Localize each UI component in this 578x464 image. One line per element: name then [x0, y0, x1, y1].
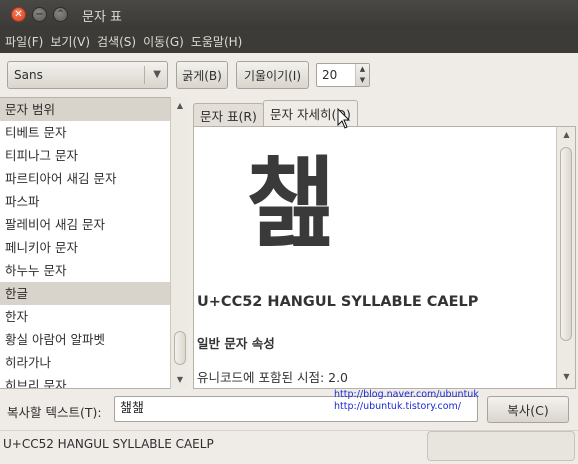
italic-toggle-button[interactable]: 기울이기(I) — [236, 61, 309, 89]
list-item[interactable]: 히브리 문자 — [0, 374, 188, 388]
chevron-down-icon: ▼ — [153, 69, 161, 80]
script-list[interactable]: 문자 범위 티베트 문자 티피나그 문자 파르티아어 새김 문자 파스파 팔레비… — [0, 97, 188, 389]
menu-go[interactable]: 이동(G) — [143, 33, 184, 50]
tab-character-table[interactable]: 문자 표(R) — [193, 103, 264, 126]
list-scrollbar[interactable]: ▲ ▼ — [170, 97, 188, 389]
spin-up-icon[interactable]: ▲ — [356, 64, 369, 75]
list-item[interactable]: 황실 아람어 알파벳 — [0, 328, 188, 351]
section-title: 일반 문자 속성 — [197, 336, 275, 351]
copy-text-label: 복사할 텍스트(T): — [7, 405, 102, 420]
font-size-value: 20 — [322, 68, 338, 82]
scroll-down-icon[interactable]: ▼ — [171, 375, 189, 384]
menu-search[interactable]: 검색(S) — [97, 33, 136, 50]
list-item[interactable]: 티베트 문자 — [0, 121, 188, 144]
list-scroll-thumb[interactable] — [174, 331, 186, 365]
watermark-link: http://blog.naver.com/ubuntuk — [334, 389, 479, 400]
font-size-spinner[interactable]: 20 ▲ ▼ — [316, 63, 370, 87]
scroll-up-icon[interactable]: ▲ — [171, 101, 189, 110]
spin-down-icon[interactable]: ▼ — [356, 75, 369, 86]
font-select[interactable]: Sans ▼ — [7, 61, 168, 89]
menu-bar: 파일(F) 보기(V) 검색(S) 이동(G) 도움말(H) — [0, 29, 578, 53]
menu-view[interactable]: 보기(V) — [50, 33, 90, 50]
watermark-link: http://ubuntuk.tistory.com/ — [334, 401, 461, 412]
list-header[interactable]: 문자 범위 — [0, 98, 188, 121]
bold-toggle-button[interactable]: 굵게(B) — [176, 61, 228, 89]
list-item[interactable]: 팔레비어 새김 문자 — [0, 213, 188, 236]
character-name: U+CC52 HANGUL SYLLABLE CAELP — [197, 294, 479, 310]
details-scrollbar[interactable]: ▲ ▼ — [556, 127, 575, 388]
copy-button[interactable]: 복사(C) — [487, 396, 569, 423]
maximize-icon[interactable]: ⌃ — [53, 7, 68, 22]
list-item[interactable]: 파스파 — [0, 190, 188, 213]
menu-help[interactable]: 도움말(H) — [191, 33, 243, 50]
glyph-preview: 챒 — [246, 147, 337, 261]
minimize-icon[interactable]: − — [32, 7, 47, 22]
list-item[interactable]: 티피나그 문자 — [0, 144, 188, 167]
status-resize-area — [427, 431, 575, 461]
unicode-version-line: 유니코드에 포함된 시점: 2.0 — [197, 370, 349, 385]
scroll-down-icon[interactable]: ▼ — [557, 372, 576, 381]
mouse-pointer-icon — [337, 108, 351, 129]
menu-file[interactable]: 파일(F) — [5, 33, 43, 50]
scroll-up-icon[interactable]: ▲ — [557, 130, 576, 139]
font-select-divider — [144, 66, 145, 84]
list-item-selected[interactable]: 한글 — [0, 282, 188, 305]
close-icon[interactable]: ✕ — [11, 7, 26, 22]
spinner-buttons[interactable]: ▲ ▼ — [355, 64, 369, 86]
list-item[interactable]: 한자 — [0, 305, 188, 328]
list-item[interactable]: 히라가나 — [0, 351, 188, 374]
font-select-value: Sans — [14, 68, 43, 82]
list-item[interactable]: 파르티아어 새김 문자 — [0, 167, 188, 190]
title-bar: ✕ − ⌃ 문자 표 — [0, 0, 578, 29]
list-item[interactable]: 하누누 문자 — [0, 259, 188, 282]
list-item[interactable]: 페니키아 문자 — [0, 236, 188, 259]
status-text: U+CC52 HANGUL SYLLABLE CAELP — [3, 437, 214, 451]
window-title: 문자 표 — [82, 10, 123, 25]
details-scroll-thumb[interactable] — [560, 147, 572, 341]
character-details-panel: 챒 U+CC52 HANGUL SYLLABLE CAELP 일반 문자 속성 … — [193, 126, 576, 389]
